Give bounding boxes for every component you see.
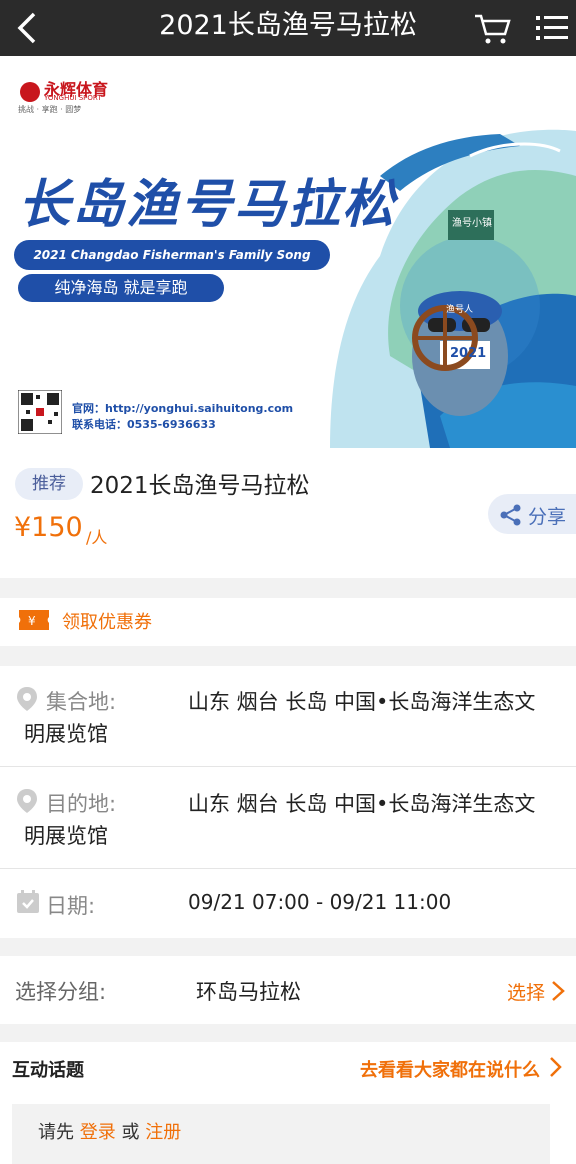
meeting-point-label: 集合地: xyxy=(46,690,117,714)
banner-phone: 联系电话：0535-6936633 xyxy=(72,418,216,431)
destination-value-line1: 山东 烟台 长岛 中国•长岛海洋生态文 xyxy=(188,792,536,816)
chevron-right-icon xyxy=(550,1057,562,1077)
qr-code-icon xyxy=(17,389,63,435)
banner-hat-text: 渔号人 xyxy=(446,305,474,315)
calendar-icon xyxy=(17,890,39,913)
banner-slogan: 纯净海岛 就是享跑 xyxy=(18,274,224,302)
coupon-label: 领取优惠券 xyxy=(62,612,152,633)
date-value: 09/21 07:00 - 09/21 11:00 xyxy=(188,890,452,914)
chevron-right-icon xyxy=(552,981,565,1001)
top-nav-bar: 2021长岛渔号马拉松 xyxy=(0,0,576,56)
brand-sub: YONGHUI SPORT xyxy=(44,94,102,102)
destination-value-line2: 明展览馆 xyxy=(24,824,108,848)
destination-label: 目的地: xyxy=(46,792,117,816)
share-label: 分享 xyxy=(528,506,567,528)
group-value: 环岛马拉松 xyxy=(196,980,301,1004)
menu-button[interactable] xyxy=(534,10,570,46)
recommend-badge: 推荐 xyxy=(15,468,83,500)
menu-icon xyxy=(536,16,568,40)
banner-sign: 渔号小镇 xyxy=(452,218,492,229)
location-pin-icon xyxy=(17,789,37,813)
topics-section: 互动话题 去看看大家都在说什么 请先 登录 或 注册 xyxy=(0,1042,576,1164)
banner-title: 长岛渔号马拉松 xyxy=(18,175,397,235)
login-prompt-or: 或 xyxy=(121,1122,140,1143)
price: ¥150 xyxy=(14,512,83,543)
topics-more-link[interactable]: 去看看大家都在说什么 xyxy=(360,1056,540,1082)
brand-slogan: 挑战 · 享跑 · 圆梦 xyxy=(18,105,82,114)
login-prompt: 请先 登录 或 注册 xyxy=(38,1118,181,1144)
date-label: 日期: xyxy=(46,894,96,918)
product-title: 2021长岛渔号马拉松 xyxy=(90,473,310,499)
group-label: 选择分组: xyxy=(15,980,107,1004)
svg-text:¥: ¥ xyxy=(28,614,36,628)
topics-heading: 互动话题 xyxy=(12,1060,84,1081)
price-unit: /人 xyxy=(86,528,108,547)
location-pin-icon xyxy=(17,687,37,711)
event-banner: 永辉体育 YONGHUI SPORT 挑战 · 享跑 · 圆梦 长岛渔号马拉松 … xyxy=(0,56,576,448)
divider xyxy=(0,868,576,869)
meeting-point-value-line1: 山东 烟台 长岛 中国•长岛海洋生态文 xyxy=(188,690,536,714)
share-icon xyxy=(500,504,521,526)
group-select-row[interactable]: 选择分组: 环岛马拉松 选择 xyxy=(0,956,576,1024)
share-button[interactable]: 分享 xyxy=(488,494,576,534)
register-link[interactable]: 注册 xyxy=(145,1122,181,1143)
banner-website: 官网：http://yonghui.saihuitong.com xyxy=(72,402,294,415)
event-details-card: 集合地: 山东 烟台 长岛 中国•长岛海洋生态文 明展览馆 目的地: 山东 烟台… xyxy=(0,666,576,938)
banner-subtitle: 2021 Changdao Fisherman's Family Song Ma… xyxy=(14,240,330,292)
login-prompt-pre: 请先 xyxy=(38,1122,74,1143)
cart-icon xyxy=(475,14,511,44)
divider xyxy=(0,766,576,767)
login-link[interactable]: 登录 xyxy=(80,1122,116,1143)
coupon-icon: ¥ xyxy=(19,610,49,630)
meeting-point-value-line2: 明展览馆 xyxy=(24,722,108,746)
group-select-link[interactable]: 选择 xyxy=(507,978,545,1005)
cart-button[interactable] xyxy=(472,8,512,48)
coupon-row[interactable]: ¥ 领取优惠券 xyxy=(0,598,576,646)
banner-bib: 2021 xyxy=(450,346,487,361)
